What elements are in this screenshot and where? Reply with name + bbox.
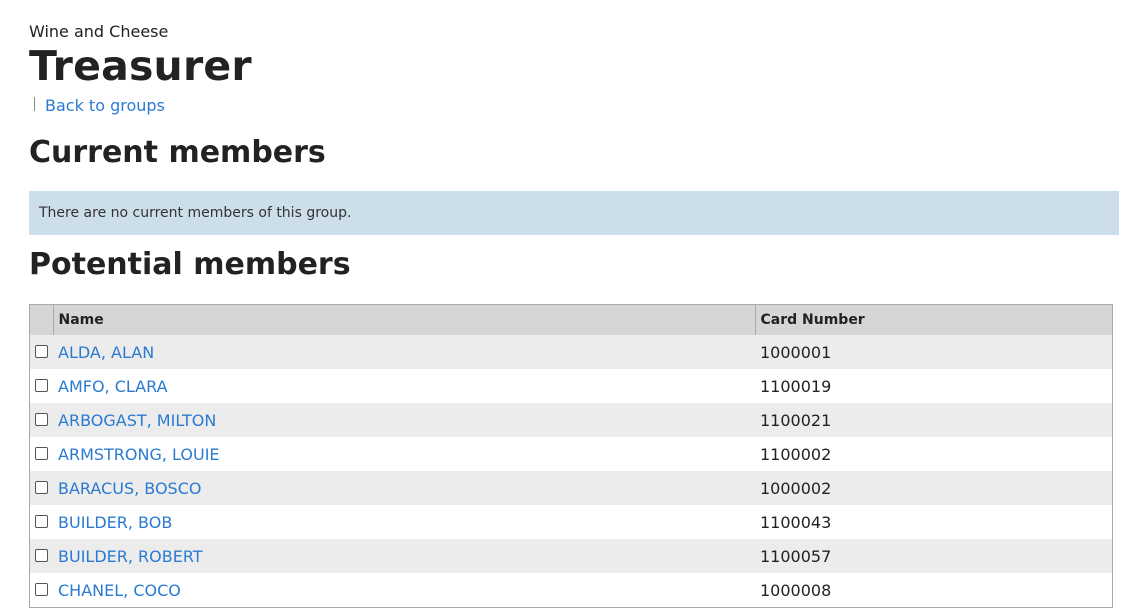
card-number-cell: 1100002 [755, 437, 1113, 471]
group-name: Wine and Cheese [29, 22, 169, 41]
member-name-link[interactable]: AMFO, CLARA [58, 377, 168, 396]
member-name-link[interactable]: ARMSTRONG, LOUIE [58, 445, 220, 464]
breadcrumb: Back to groups [29, 96, 1146, 118]
potential-members-table: Name Card Number ALDA, ALAN 1000001 AMFO… [29, 304, 1113, 608]
member-name-link[interactable]: BARACUS, BOSCO [58, 479, 201, 498]
back-to-groups-link[interactable]: Back to groups [45, 96, 165, 116]
table-row: ALDA, ALAN 1000001 [29, 335, 1113, 369]
card-number-cell: 1100057 [755, 539, 1113, 573]
card-number-cell: 1000001 [755, 335, 1113, 369]
card-number-cell: 1000002 [755, 471, 1113, 505]
card-number-cell: 1100019 [755, 369, 1113, 403]
table-row: BUILDER, ROBERT 1100057 [29, 539, 1113, 573]
page-title: Treasurer [29, 42, 252, 90]
current-members-heading: Current members [29, 135, 326, 170]
table-row: BARACUS, BOSCO 1000002 [29, 471, 1113, 505]
card-number-column-header[interactable]: Card Number [754, 304, 1113, 335]
card-number-cell: 1000008 [755, 573, 1113, 608]
select-member-checkbox[interactable] [35, 582, 48, 596]
table-row: ARBOGAST, MILTON 1100021 [29, 403, 1113, 437]
select-member-checkbox[interactable] [35, 480, 48, 494]
select-column-header [29, 304, 53, 335]
no-members-notice: There are no current members of this gro… [29, 191, 1119, 235]
table-row: AMFO, CLARA 1100019 [29, 369, 1113, 403]
select-member-checkbox[interactable] [35, 412, 48, 426]
member-name-link[interactable]: BUILDER, BOB [58, 513, 172, 532]
card-number-cell: 1100043 [755, 505, 1113, 539]
page: Wine and Cheese Treasurer Back to groups… [0, 0, 1146, 608]
member-name-link[interactable]: CHANEL, COCO [58, 581, 181, 600]
member-name-link[interactable]: ALDA, ALAN [58, 343, 154, 362]
card-number-cell: 1100021 [755, 403, 1113, 437]
table-row: ARMSTRONG, LOUIE 1100002 [29, 437, 1113, 471]
select-member-checkbox[interactable] [35, 548, 48, 562]
select-member-checkbox[interactable] [35, 344, 48, 358]
member-name-link[interactable]: ARBOGAST, MILTON [58, 411, 216, 430]
table-row: BUILDER, BOB 1100043 [29, 505, 1113, 539]
select-member-checkbox[interactable] [35, 446, 48, 460]
table-row: CHANEL, COCO 1000008 [29, 573, 1113, 608]
select-member-checkbox[interactable] [35, 514, 48, 528]
select-member-checkbox[interactable] [35, 378, 48, 392]
breadcrumb-separator [34, 97, 35, 111]
member-name-link[interactable]: BUILDER, ROBERT [58, 547, 203, 566]
potential-members-heading: Potential members [29, 247, 351, 282]
name-column-header[interactable]: Name [52, 304, 755, 335]
table-header-row: Name Card Number [29, 304, 1113, 335]
